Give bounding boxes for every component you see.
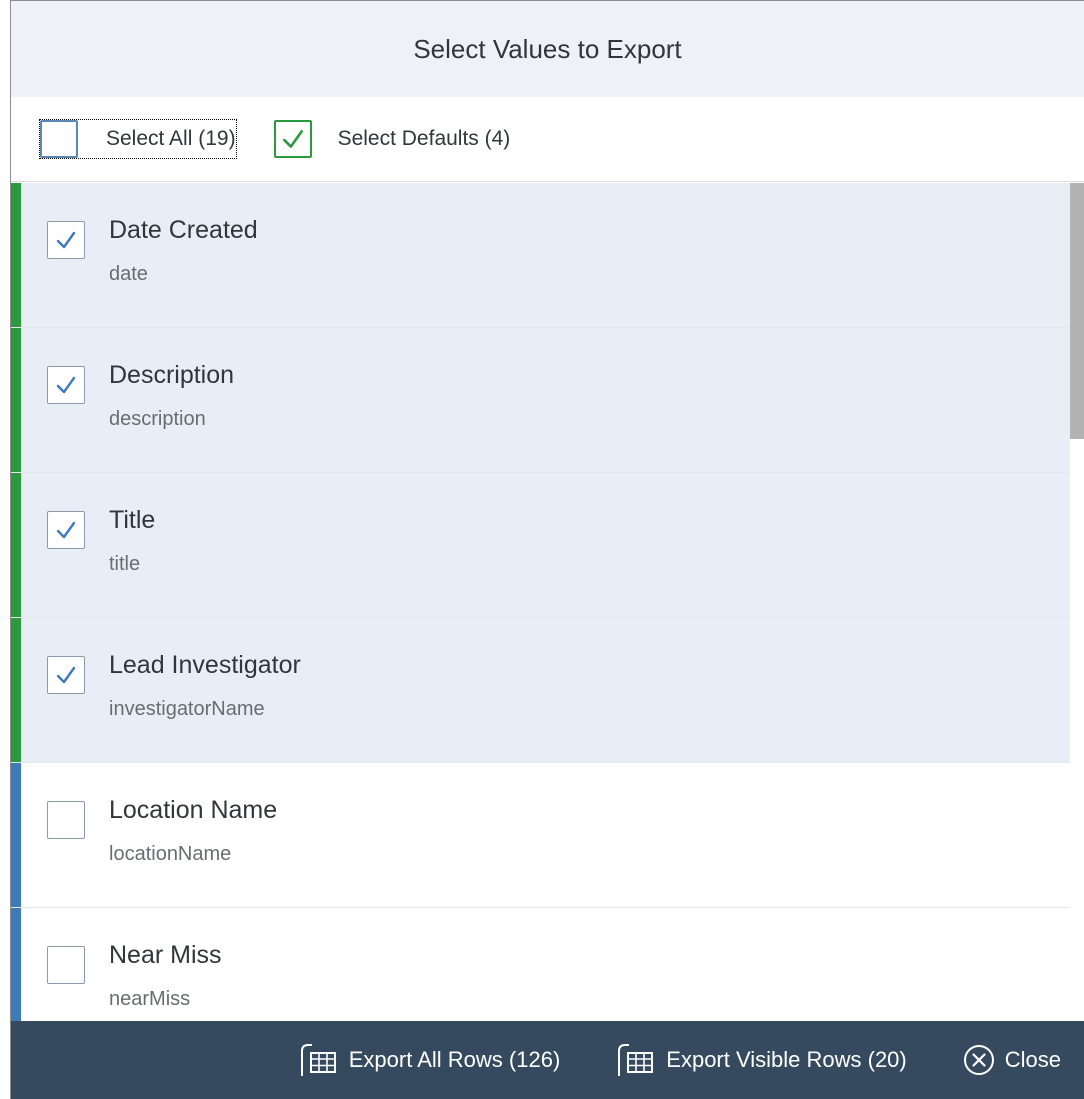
row-checkbox[interactable]: [47, 946, 85, 984]
checkmark-icon: [56, 376, 76, 394]
row-accent: [11, 908, 21, 1023]
field-key: description: [109, 408, 206, 430]
field-title: Date Created: [109, 216, 258, 244]
list-item[interactable]: Date Created date: [11, 183, 1071, 328]
field-key: nearMiss: [109, 988, 191, 1010]
row-checkbox[interactable]: [47, 656, 85, 694]
dialog-title: Select Values to Export: [413, 33, 682, 64]
list-scrollbar[interactable]: [1070, 183, 1084, 1023]
row-accent: [11, 183, 21, 327]
row-checkbox[interactable]: [47, 511, 85, 549]
row-accent: [11, 473, 21, 617]
spreadsheet-export-icon: [618, 1044, 654, 1076]
row-accent: [11, 763, 21, 907]
field-title: Description: [109, 361, 235, 389]
field-key: locationName: [109, 843, 232, 865]
field-key: title: [109, 553, 141, 575]
select-bar: Select All (19) Select Defaults (4): [11, 97, 1084, 182]
checkmark-icon: [282, 130, 303, 148]
field-key: date: [109, 263, 148, 285]
export-visible-rows-button[interactable]: Export Visible Rows (20): [616, 1042, 907, 1078]
export-all-rows-label: Export All Rows (126): [348, 1047, 561, 1072]
row-checkbox[interactable]: [47, 366, 85, 404]
list-item[interactable]: Location Name locationName: [11, 763, 1071, 908]
export-visible-rows-label: Export Visible Rows (20): [666, 1047, 907, 1072]
checkmark-icon: [56, 521, 76, 539]
list-item[interactable]: Near Miss nearMiss: [11, 908, 1071, 1023]
dialog-footer: Export All Rows (126) Export Visible Row…: [11, 1021, 1084, 1099]
field-title: Lead Investigator: [109, 651, 301, 679]
field-list: Date Created date Description descriptio…: [11, 183, 1084, 1023]
export-all-rows-button[interactable]: Export All Rows (126): [299, 1042, 561, 1078]
select-all-box[interactable]: [40, 120, 78, 158]
checkmark-icon: [56, 231, 76, 249]
row-accent: [11, 618, 21, 762]
circle-x-icon: [963, 1045, 994, 1075]
row-checkbox[interactable]: [47, 801, 85, 839]
field-key: investigatorName: [109, 698, 265, 720]
row-accent: [11, 328, 21, 472]
field-title: Title: [109, 506, 156, 534]
select-defaults-label: Select Defaults (4): [337, 127, 511, 150]
close-label: Close: [1004, 1047, 1061, 1072]
close-button[interactable]: Close: [963, 1044, 1061, 1076]
select-defaults-box[interactable]: [273, 120, 312, 158]
select-all-checkbox[interactable]: Select All (19): [39, 119, 237, 159]
row-checkbox[interactable]: [47, 221, 85, 259]
select-defaults-checkbox[interactable]: Select Defaults (4): [273, 120, 511, 158]
checkmark-icon: [56, 666, 76, 684]
list-item[interactable]: Lead Investigator investigatorName: [11, 618, 1071, 763]
field-title: Location Name: [109, 796, 278, 824]
spreadsheet-export-icon: [300, 1044, 336, 1076]
scrollbar-thumb[interactable]: [1070, 183, 1084, 439]
field-title: Near Miss: [109, 941, 222, 969]
dialog-header: Select Values to Export: [11, 1, 1084, 97]
list-item[interactable]: Title title: [11, 473, 1071, 618]
export-dialog: Select Values to Export Select All (19) …: [10, 0, 1084, 1099]
list-item[interactable]: Description description: [11, 328, 1071, 473]
select-all-label: Select All (19): [106, 127, 236, 150]
